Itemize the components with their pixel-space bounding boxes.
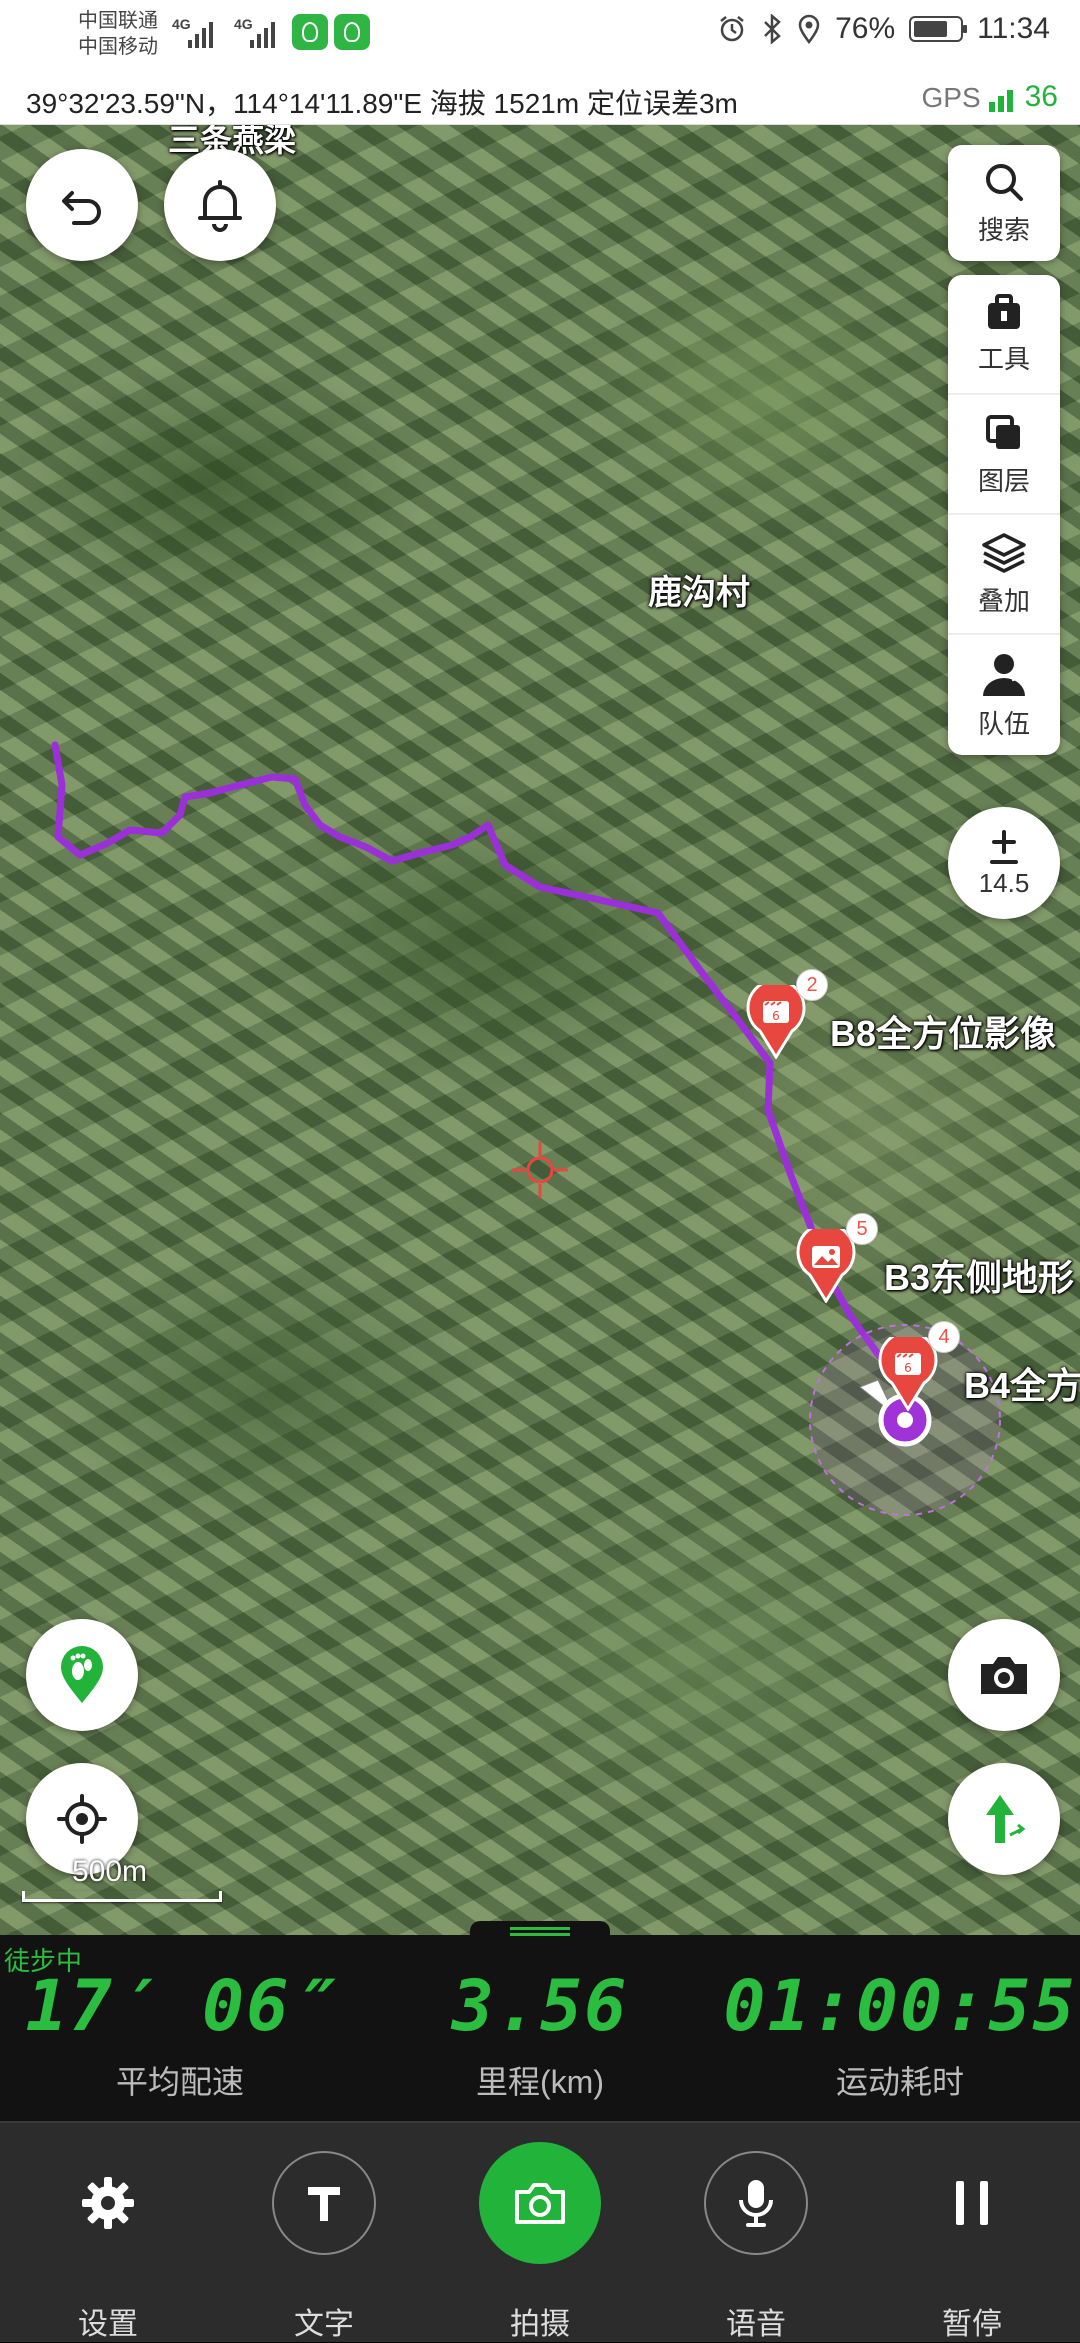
camera-icon (981, 1657, 1027, 1694)
layers-copy-icon (986, 414, 1020, 449)
map-marker-b4[interactable]: 6 4 (878, 1321, 960, 1412)
marker-label-b4: B4全方 (964, 1365, 1080, 1406)
search-label: 搜索 (977, 214, 1030, 245)
status-bar: 中国联通 中国移动 4G 4G 76% 11:34 (0, 0, 1080, 72)
footprint-button[interactable] (26, 1619, 138, 1731)
carrier-2: 中国移动 (78, 36, 158, 58)
tools-button[interactable]: 工具 (948, 275, 1060, 395)
notification-button[interactable] (164, 149, 276, 261)
gear-icon (82, 2177, 134, 2229)
map-tools-panel: 工具 图层 叠加 队伍 (948, 275, 1060, 755)
back-button[interactable] (26, 149, 138, 261)
duration-value: 01:00:55 (723, 1965, 1077, 2047)
alarm-icon (720, 16, 744, 42)
camera-icon (515, 2183, 565, 2224)
settings-label: 设置 (78, 2308, 138, 2341)
back-arrow-icon (62, 191, 101, 225)
capture-label: 拍摄 (510, 2308, 570, 2341)
team-button[interactable]: 队伍 (948, 635, 1060, 755)
tools-label: 工具 (977, 343, 1030, 374)
zoom-level: 14.5 (978, 867, 1030, 898)
map-marker-b8[interactable]: 6 2 (746, 969, 828, 1060)
overlay-stack-icon (982, 532, 1026, 573)
scale-label: 500m (72, 1855, 148, 1888)
zoom-button[interactable]: 14.5 (948, 807, 1060, 919)
overlay-label: 叠加 (977, 585, 1030, 616)
marker-label-b3: B3东侧地形 (884, 1257, 1075, 1298)
marker-badge-count: 5 (846, 1213, 878, 1245)
app-notification-icon (334, 14, 370, 50)
team-label: 队伍 (977, 708, 1030, 739)
marker-badge-count: 4 (928, 1321, 960, 1353)
gps-signal-icon (988, 88, 1017, 114)
compass-direction-button[interactable] (948, 1763, 1060, 1875)
svg-text:6: 6 (772, 1009, 780, 1023)
gps-label: GPS (921, 82, 981, 113)
search-button[interactable]: 搜索 (948, 145, 1060, 261)
overlay-button[interactable]: 叠加 (948, 515, 1060, 635)
workout-stats-panel: 徒步中 17′ 06″ 平均配速 3.56 里程(km) 01:00:55 运动… (0, 1921, 1080, 2121)
settings-button[interactable]: 设置 (0, 2123, 216, 2342)
text-label: 文字 (294, 2308, 354, 2341)
plus-minus-icon (990, 829, 1018, 864)
coordinates-text: 39°32'23.59"N，114°14'11.89"E 海拔 1521m 定位… (26, 88, 738, 119)
gps-status: GPS 36 (921, 80, 1058, 114)
distance-value: 3.56 (451, 1965, 629, 2047)
green-arrow-up-icon (986, 1795, 1026, 1843)
capture-button[interactable]: 拍摄 (432, 2123, 648, 2342)
battery-icon (909, 16, 968, 42)
text-t-icon (308, 2187, 340, 2221)
location-icon (798, 14, 820, 44)
location-info-bar: 39°32'23.59"N，114°14'11.89"E 海拔 1521m 定位… (0, 72, 1080, 125)
layers-button[interactable]: 图层 (948, 395, 1060, 515)
signal-bars-icon (250, 18, 280, 48)
satellite-map[interactable]: 三条燕梁 鹿沟村 6 2 B8全方位影像 5 B3东侧地形 6 4 B4全方 搜… (0, 125, 1080, 1935)
search-icon (986, 163, 1023, 201)
voice-note-button[interactable]: 语音 (648, 2123, 864, 2342)
microphone-icon (739, 2180, 773, 2227)
voice-label: 语音 (726, 2308, 786, 2341)
map-center-crosshair-icon (512, 1142, 568, 1198)
team-person-icon (983, 653, 1025, 696)
text-note-button[interactable]: 文字 (216, 2123, 432, 2342)
clock-time: 11:34 (977, 12, 1050, 45)
scale-bar (22, 1891, 222, 1902)
locate-crosshair-icon (57, 1794, 107, 1844)
app-notification-icon (292, 14, 328, 50)
distance-label: 里程(km) (476, 2064, 604, 2100)
bluetooth-icon (764, 14, 781, 44)
map-marker-b3[interactable]: 5 (796, 1213, 878, 1304)
video-marker-icon: 6 (746, 978, 806, 1060)
battery-percent: 76% (835, 12, 896, 45)
toolbox-icon (988, 293, 1020, 329)
status-right: 76% 11:34 (717, 12, 1050, 46)
duration-label: 运动耗时 (835, 2064, 964, 2100)
marker-badge-count: 2 (796, 969, 828, 1001)
pace-value: 17′ 06″ (25, 1965, 335, 2047)
gps-satellite-count: 36 (1024, 80, 1058, 113)
village-label: 鹿沟村 (648, 574, 750, 612)
layers-label: 图层 (977, 465, 1030, 496)
map-scale: 500m (22, 1855, 222, 1902)
svg-text:6: 6 (904, 1361, 912, 1375)
footprint-pin-icon (61, 1646, 103, 1703)
pause-icon (956, 2181, 988, 2225)
pause-label: 暂停 (942, 2308, 1002, 2341)
video-marker-icon: 6 (878, 1330, 938, 1412)
marker-label-b8: B8全方位影像 (830, 1013, 1057, 1054)
drag-handle[interactable] (470, 1921, 610, 1941)
bottom-toolbar: 设置 文字 拍摄 语音 暂停 (0, 2121, 1080, 2342)
carrier-labels: 中国联通 中国移动 (78, 8, 158, 60)
pause-button[interactable]: 暂停 (864, 2123, 1080, 2342)
pace-label: 平均配速 (115, 2064, 244, 2100)
map-camera-button[interactable] (948, 1619, 1060, 1731)
photo-marker-icon (796, 1222, 856, 1304)
signal-bars-icon (188, 18, 218, 48)
bell-icon (198, 180, 242, 232)
carrier-1: 中国联通 (78, 10, 158, 32)
